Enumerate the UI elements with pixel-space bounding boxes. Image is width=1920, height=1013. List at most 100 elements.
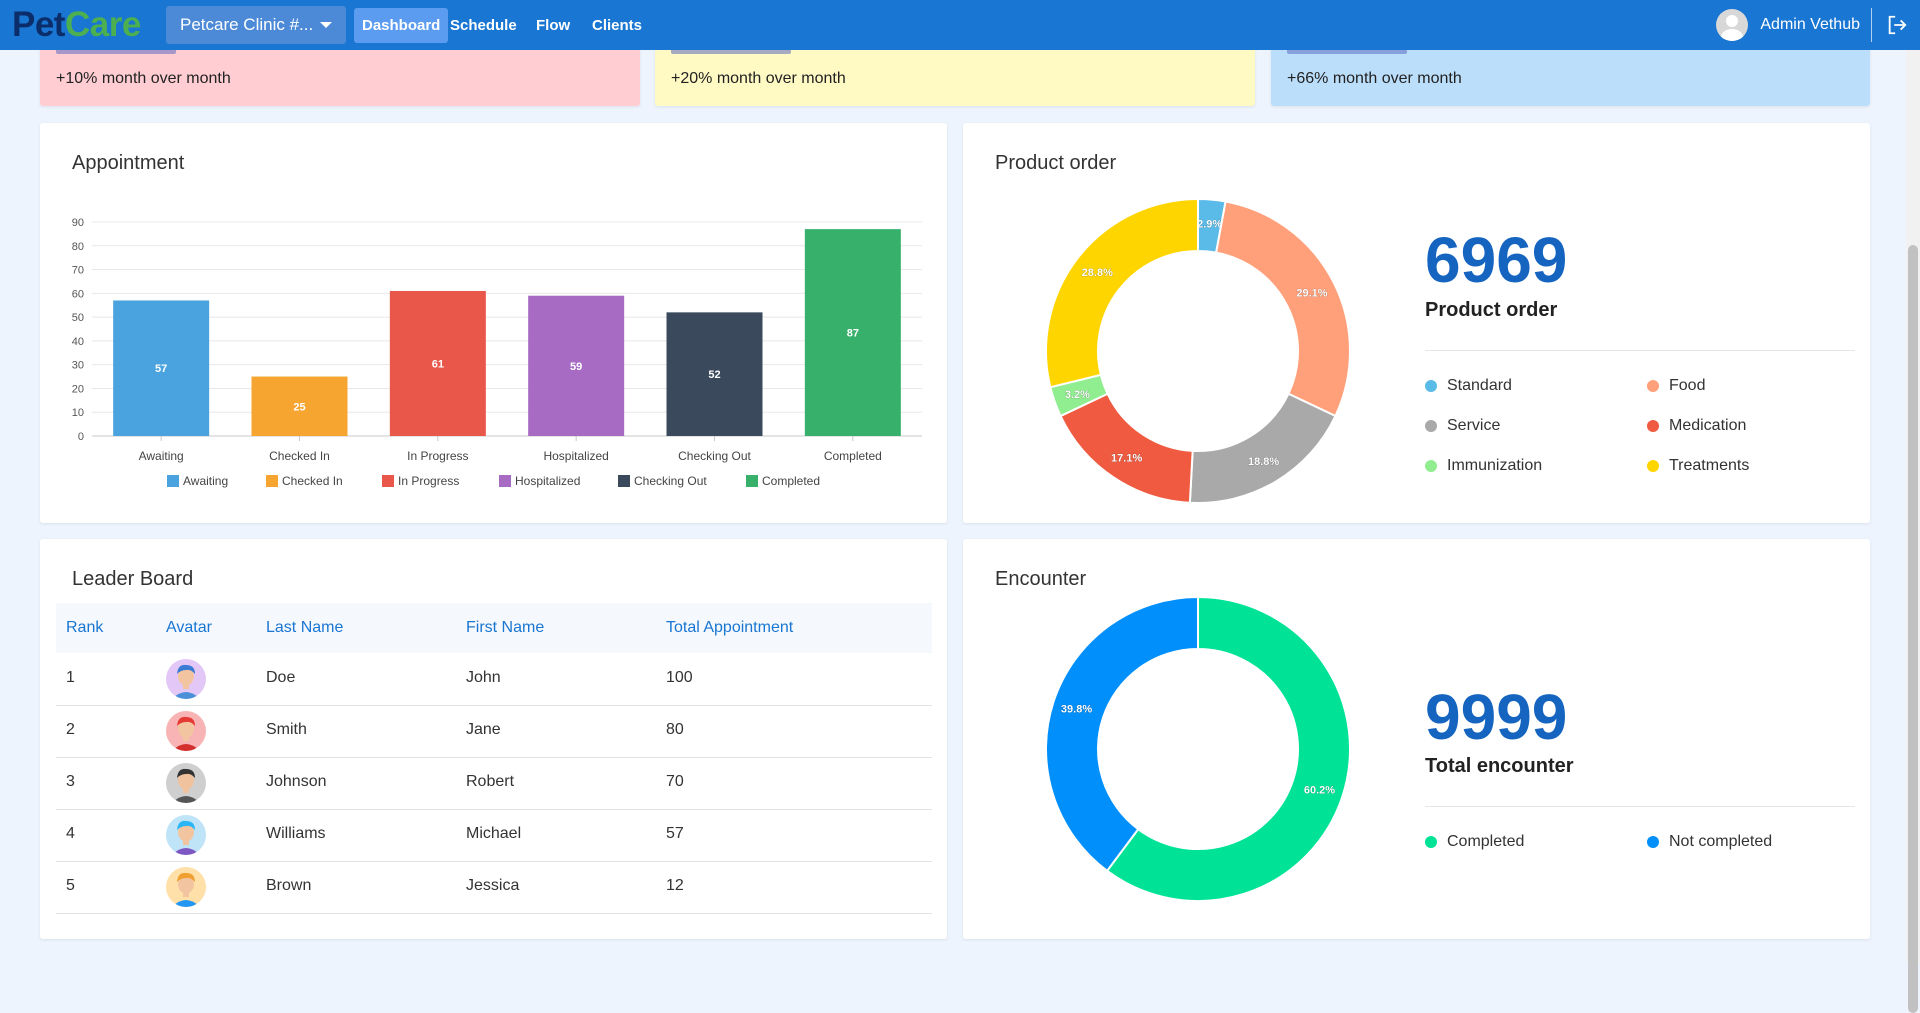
legend-item[interactable]: In Progress [382,474,459,488]
legend-label: Completed [762,474,820,488]
slice-percent-label: 3.2% [1065,389,1090,401]
bar-value-label: 52 [708,369,720,381]
legend-dot [1425,460,1437,472]
y-tick-label: 0 [78,431,84,443]
legend-dot [1647,380,1659,392]
leaderboard-title: Leader Board [72,568,194,590]
avatar-shirt [172,848,200,855]
col-first-name[interactable]: First Name [466,619,544,637]
legend-item[interactable]: Food [1647,377,1705,395]
bar-value-label: 87 [847,328,859,340]
slice-percent-label: 17.1% [1111,452,1142,464]
total-appointment-cell: 12 [666,877,684,894]
avatar-illustration [172,872,200,907]
avatar [166,815,206,855]
bar-value-label: 25 [293,401,305,413]
legend-swatch [167,475,179,487]
logout-icon[interactable] [1886,14,1908,36]
legend-label: Service [1447,417,1501,434]
y-tick-label: 80 [72,241,84,253]
avatar-illustration [172,768,200,803]
avatar [166,711,206,751]
encounter-title: Encounter [995,568,1087,590]
table-row[interactable]: 3 Johnson Robert 70 [56,757,932,810]
last-name-cell: Doe [266,669,296,686]
petcare-logo[interactable]: PetCare [12,5,141,45]
user-menu[interactable]: Admin Vethub [1716,9,1860,41]
scrollbar-thumb[interactable] [1908,245,1918,1013]
encounter-donut-chart: 60.2% 39.8% [1045,595,1351,902]
avatar-illustration [172,820,200,855]
encounter-total-label: Total encounter [1425,755,1574,777]
top-navbar: PetCare Petcare Clinic #... Dashboard Sc… [0,0,1920,50]
y-tick-label: 40 [72,336,84,348]
col-rank[interactable]: Rank [66,619,103,637]
divider [1425,806,1855,807]
nav-dashboard[interactable]: Dashboard [354,8,449,43]
y-tick-label: 60 [72,288,84,300]
legend-dot [1647,460,1659,472]
legend-label: Checked In [282,474,343,488]
legend-item[interactable]: Completed [746,474,820,488]
legend-label: In Progress [398,474,459,488]
legend-swatch [382,475,394,487]
total-appointment-cell: 80 [666,721,684,738]
avatar-shirt [172,744,200,751]
stat-delta: +10% month over month [56,70,231,87]
avatar-illustration [172,716,200,751]
y-tick-label: 90 [72,217,84,229]
legend-label: Food [1669,377,1706,394]
rank-cell: 3 [66,773,75,790]
avatar-shirt [172,692,200,699]
slice-percent-label: 60.2% [1304,784,1335,796]
legend-item[interactable]: Completed [1425,833,1524,851]
legend-dot [1425,380,1437,392]
table-row[interactable]: 5 Brown Jessica 12 [56,861,932,914]
table-row[interactable]: 4 Williams Michael 57 [56,809,932,862]
y-tick-label: 10 [72,407,84,419]
legend-item[interactable]: Immunization [1425,457,1542,475]
x-tick-label: Completed [824,449,882,463]
legend-item[interactable]: Treatments [1647,457,1749,475]
col-total-appointment[interactable]: Total Appointment [666,619,793,637]
table-row[interactable]: 1 Doe John 100 [56,653,932,706]
slice-percent-label: 39.8% [1061,704,1092,716]
product-order-donut-chart: 2.9% 29.1% 18.8% 17.1% 3.2% 28.8% [1045,197,1351,504]
appointment-bar-chart: 0 10 20 30 40 50 60 70 80 90 57 Awaiting 25 Checked I… [72,217,922,488]
bar-value-label: 61 [432,358,444,370]
legend-item[interactable]: Medication [1647,417,1746,435]
legend-label: Standard [1447,377,1512,394]
slice-food [1214,200,1351,418]
nav-clients[interactable]: Clients [584,8,650,43]
x-tick-label: Checking Out [678,449,751,463]
table-row[interactable]: 2 Smith Jane 80 [56,705,932,758]
legend-item[interactable]: Checking Out [618,474,707,488]
avatar [166,867,206,907]
y-tick-label: 70 [72,265,84,277]
legend-item[interactable]: Hospitalized [499,474,580,488]
nav-flow[interactable]: Flow [528,8,578,43]
user-name: Admin Vethub [1760,16,1860,33]
last-name-cell: Williams [266,825,326,842]
slice-not-completed [1045,595,1199,873]
first-name-cell: Jessica [466,877,520,894]
y-tick-label: 30 [72,360,84,372]
legend-item[interactable]: Not completed [1647,833,1772,851]
nav-schedule[interactable]: Schedule [442,8,525,43]
legend-item[interactable]: Awaiting [167,474,228,488]
col-last-name[interactable]: Last Name [266,619,343,637]
divider [1425,350,1855,351]
legend-dot [1647,836,1659,848]
y-tick-label: 20 [72,383,84,395]
total-appointment-cell: 100 [666,669,693,686]
legend-item[interactable]: Standard [1425,377,1512,395]
legend-label: Immunization [1447,457,1543,474]
nav-divider [1871,8,1872,42]
rank-cell: 1 [66,669,75,686]
legend-item[interactable]: Service [1425,417,1500,435]
page-scrollbar[interactable] [1906,50,1920,1013]
clinic-select[interactable]: Petcare Clinic #... [166,6,346,44]
last-name-cell: Smith [266,721,307,738]
legend-item[interactable]: Checked In [266,474,343,488]
col-avatar[interactable]: Avatar [166,619,212,637]
